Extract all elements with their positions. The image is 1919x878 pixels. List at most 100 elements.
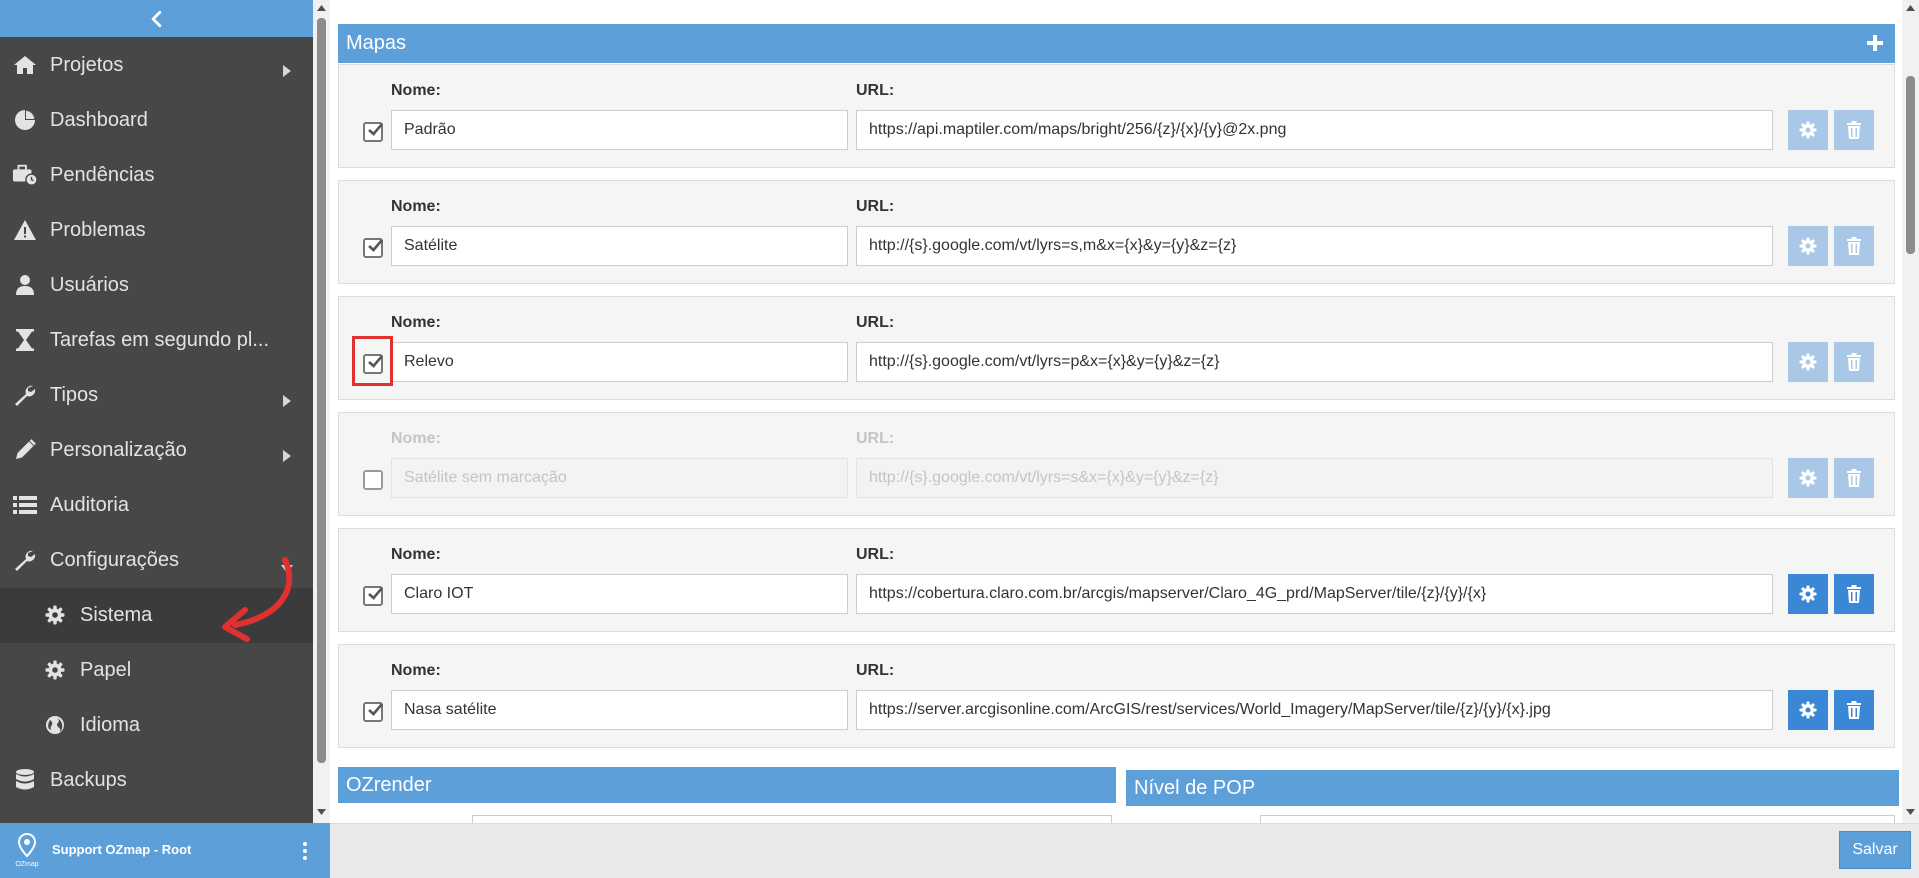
map-url-field[interactable]: http://{s}.google.com/vt/lyrs=s,m&x={x}&… [856,226,1773,266]
nivel-pop-header: Nível de POP [1126,770,1899,806]
url-label: URL: [856,546,895,563]
add-map-button[interactable] [1865,33,1885,53]
gear-icon [1799,585,1817,603]
sidebar-item-label: Problemas [50,219,146,241]
trash-icon [1847,237,1861,255]
name-label: Nome: [391,198,441,215]
map-delete-button[interactable] [1834,110,1874,150]
user-icon [12,273,38,297]
map-name-field[interactable]: Nasa satélite [391,690,848,730]
map-url-field[interactable]: https://api.maptiler.com/maps/bright/256… [856,110,1773,150]
sidebar-collapse-button[interactable] [0,0,313,37]
map-settings-button[interactable] [1788,690,1828,730]
user-name: Support OZmap - Root [52,842,192,857]
url-label: URL: [856,430,895,447]
sidebar-item-label: Configurações [50,549,179,571]
map-enabled-checkbox[interactable] [363,470,383,490]
gear-icon [1799,701,1817,719]
map-name-field[interactable]: Satélite [391,226,848,266]
main-scroll-thumb[interactable] [1906,76,1915,254]
sidebar-item-label: Sistema [80,604,153,626]
scroll-up-icon [1906,5,1915,11]
map-enabled-checkbox[interactable] [363,586,383,606]
save-button[interactable]: Salvar [1839,831,1911,869]
map-url-field[interactable]: http://{s}.google.com/vt/lyrs=s&x={x}&y=… [856,458,1773,498]
nivel-pop-title: Nível de POP [1134,777,1256,799]
footer-bar [330,823,1919,878]
sidebar-item-papel[interactable]: Papel [0,643,313,698]
sidebar-item-idioma[interactable]: Idioma [0,698,313,753]
user-bar: OZmap Support OZmap - Root [0,823,330,878]
scroll-down-icon [317,809,326,815]
sidebar-scrollbar[interactable] [313,0,330,823]
ozmap-logo: OZmap [12,832,42,868]
map-delete-button[interactable] [1834,342,1874,382]
sidebar-item-problemas[interactable]: Problemas [0,203,313,258]
sidebar-item-dashboard[interactable]: Dashboard [0,93,313,148]
gear-icon [42,658,68,682]
main-scrollbar[interactable] [1902,0,1919,823]
name-label: Nome: [391,430,441,447]
map-enabled-checkbox[interactable] [363,702,383,722]
name-label: Nome: [391,546,441,563]
list-icon [12,493,38,517]
map-name-field[interactable]: Relevo [391,342,848,382]
gear-icon [42,603,68,627]
map-settings-button[interactable] [1788,226,1828,266]
sidebar-item-tarefas[interactable]: Tarefas em segundo pl... [0,313,313,368]
more-vertical-icon[interactable] [298,840,312,862]
sidebar-item-backups[interactable]: Backups [0,753,313,808]
map-settings-button[interactable] [1788,110,1828,150]
nivel-pop-field[interactable] [1260,815,1895,823]
map-settings-button[interactable] [1788,342,1828,382]
pencil-icon [12,438,38,462]
sidebar-item-label: Idioma [80,714,141,736]
trash-icon [1847,121,1861,139]
sidebar-item-tipos[interactable]: Tipos [0,368,313,423]
ozrender-title: OZrender [346,774,432,796]
sidebar-item-personalizacao[interactable]: Personalização [0,423,313,478]
trash-icon [1847,353,1861,371]
database-icon [12,768,38,792]
sidebar-item-label: Tarefas em segundo pl... [50,329,270,351]
sidebar-item-auditoria[interactable]: Auditoria [0,478,313,533]
url-label: URL: [856,82,895,99]
sidebar-item-label: Usuários [50,274,129,296]
map-enabled-checkbox[interactable] [363,122,383,142]
map-url-field[interactable]: https://cobertura.claro.com.br/arcgis/ma… [856,574,1773,614]
map-delete-button[interactable] [1834,458,1874,498]
sidebar-item-label: Backups [50,769,127,791]
sidebar-scroll-thumb[interactable] [317,18,326,763]
sidebar-item-label: Projetos [50,54,124,76]
sidebar-item-label: Tipos [50,384,99,406]
plus-icon [1867,35,1883,51]
map-settings-button[interactable] [1788,458,1828,498]
url-label: URL: [856,198,895,215]
map-name-field[interactable]: Satélite sem marcação [391,458,848,498]
mapas-title: Mapas [346,32,407,54]
map-row: Nome: URL: Nasa satélite https://server.… [338,644,1895,748]
ozrender-header: OZrender [338,767,1116,803]
map-delete-button[interactable] [1834,690,1874,730]
chevron-left-icon [151,10,161,27]
map-url-field[interactable]: https://server.arcgisonline.com/ArcGIS/r… [856,690,1773,730]
map-name-field[interactable]: Claro IOT [391,574,848,614]
map-delete-button[interactable] [1834,574,1874,614]
sidebar-item-label: Auditoria [50,494,129,516]
scroll-down-icon [1906,809,1915,815]
svg-text:OZmap: OZmap [15,861,38,868]
highlight-annotation [352,336,393,386]
ozrender-field[interactable] [472,815,1112,823]
hourglass-icon [12,328,38,352]
map-url-field[interactable]: http://{s}.google.com/vt/lyrs=p&x={x}&y=… [856,342,1773,382]
map-settings-button[interactable] [1788,574,1828,614]
map-enabled-checkbox[interactable] [363,238,383,258]
wrench-icon [12,548,38,572]
map-name-field[interactable]: Padrão [391,110,848,150]
map-delete-button[interactable] [1834,226,1874,266]
sidebar-item-projetos[interactable]: Projetos [0,38,313,93]
url-label: URL: [856,314,895,331]
map-row: Nome: URL: Satélite http://{s}.google.co… [338,180,1895,284]
sidebar-item-pendencias[interactable]: Pendências [0,148,313,203]
sidebar-item-usuarios[interactable]: Usuários [0,258,313,313]
